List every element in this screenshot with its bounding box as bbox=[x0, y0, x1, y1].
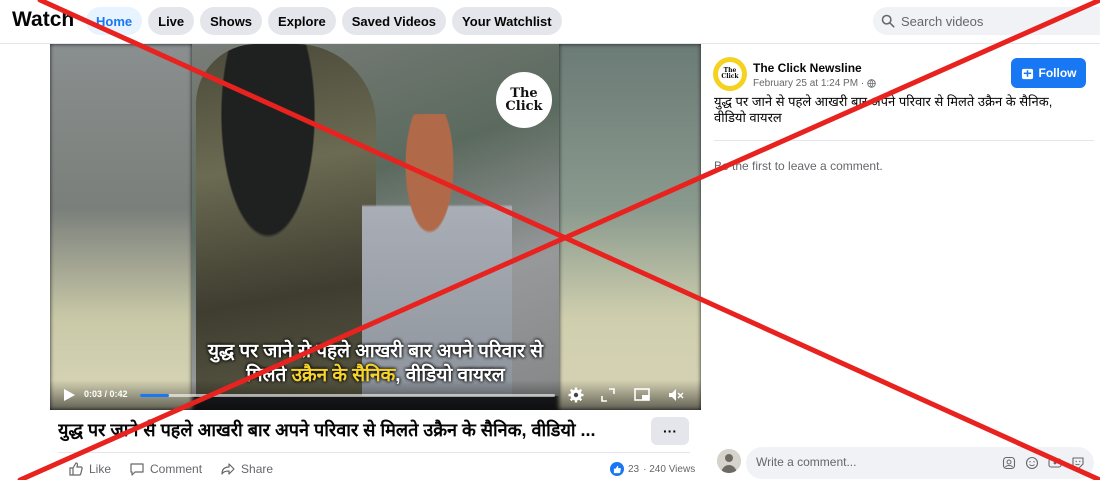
comment-input[interactable] bbox=[756, 455, 976, 469]
video-frame[interactable]: The Click युद्ध पर जाने से पहले आखरी बार… bbox=[192, 44, 559, 396]
tab-home[interactable]: Home bbox=[86, 7, 143, 35]
tab-your-watchlist[interactable]: Your Watchlist bbox=[452, 7, 562, 35]
post-meta: February 25 at 1:24 PM · bbox=[753, 78, 876, 89]
follow-page-icon bbox=[1021, 68, 1033, 79]
like-button[interactable]: Like bbox=[68, 461, 111, 477]
video-progress-bar[interactable] bbox=[140, 394, 555, 397]
play-icon[interactable] bbox=[62, 388, 76, 402]
page-avatar[interactable]: The Click bbox=[713, 57, 747, 91]
watch-tabs: Home Live Shows Explore Saved Videos You… bbox=[86, 7, 562, 35]
emoji-icon[interactable] bbox=[1025, 456, 1039, 470]
page-avatar-logo: The Click bbox=[718, 62, 742, 86]
video-time: 0:03 / 0:42 bbox=[84, 389, 128, 399]
tab-saved-videos[interactable]: Saved Videos bbox=[341, 7, 447, 35]
top-navigation-bar: Watch Home Live Shows Explore Saved Vide… bbox=[0, 0, 1100, 44]
like-reaction-icon bbox=[610, 462, 624, 476]
thumbs-up-icon bbox=[69, 462, 83, 476]
picture-in-picture-icon[interactable] bbox=[633, 386, 651, 404]
globe-icon bbox=[867, 79, 876, 88]
post-date[interactable]: February 25 at 1:24 PM · bbox=[753, 78, 864, 89]
user-avatar[interactable] bbox=[717, 449, 741, 473]
views-count: · 240 Views bbox=[643, 463, 696, 475]
share-icon bbox=[221, 463, 235, 475]
sticker-icon[interactable] bbox=[1071, 456, 1085, 470]
video-blurred-background-left bbox=[50, 44, 192, 410]
share-button[interactable]: Share bbox=[220, 461, 273, 477]
search-icon bbox=[881, 14, 895, 28]
settings-gear-icon[interactable] bbox=[567, 386, 585, 404]
video-progress-fill bbox=[140, 394, 170, 397]
comment-composer[interactable] bbox=[746, 447, 1094, 479]
tab-live[interactable]: Live bbox=[148, 7, 195, 35]
avatar-sticker-icon[interactable] bbox=[1002, 456, 1016, 470]
more-options-button[interactable]: ··· bbox=[651, 417, 689, 445]
video-actions: Like Comment Share bbox=[68, 461, 273, 477]
tab-explore[interactable]: Explore bbox=[268, 7, 336, 35]
divider bbox=[714, 140, 1094, 141]
video-player[interactable]: The Click युद्ध पर जाने से पहले आखरी बार… bbox=[50, 44, 701, 410]
like-label: Like bbox=[89, 462, 112, 476]
post-text: युद्ध पर जाने से पहले आखरी बार अपने परिव… bbox=[714, 94, 1053, 125]
watch-brand-title: Watch bbox=[12, 8, 75, 31]
post-sidebar: The Click The Click Newsline February 25… bbox=[702, 44, 1100, 480]
the-click-logo-badge: The Click bbox=[496, 72, 552, 128]
empty-comments-message: Be the first to leave a comment. bbox=[714, 159, 883, 173]
comment-label: Comment bbox=[150, 462, 203, 476]
gif-icon[interactable] bbox=[1048, 456, 1062, 470]
divider bbox=[58, 452, 690, 453]
volume-muted-icon[interactable] bbox=[667, 386, 685, 404]
share-label: Share bbox=[241, 462, 274, 476]
fullscreen-icon[interactable] bbox=[599, 386, 617, 404]
page-name-link[interactable]: The Click Newsline bbox=[753, 61, 862, 75]
comment-icon bbox=[130, 463, 144, 476]
video-blurred-background-right bbox=[559, 44, 701, 410]
video-controls: 0:03 / 0:42 bbox=[50, 380, 701, 410]
video-caption-line-1: युद्ध पर जाने से पहले आखरी बार अपने परिव… bbox=[207, 341, 544, 362]
follow-label: Follow bbox=[1038, 66, 1077, 80]
video-title: युद्ध पर जाने से पहले आखरी बार अपने परिव… bbox=[58, 420, 596, 440]
search-box[interactable] bbox=[873, 7, 1100, 35]
follow-button[interactable]: Follow bbox=[1011, 58, 1086, 88]
video-stats: 23 · 240 Views bbox=[610, 462, 695, 476]
reactions-count[interactable]: 23 bbox=[628, 464, 639, 475]
comment-button[interactable]: Comment bbox=[129, 461, 202, 477]
tab-shows[interactable]: Shows bbox=[200, 7, 263, 35]
search-input[interactable] bbox=[901, 13, 1081, 29]
